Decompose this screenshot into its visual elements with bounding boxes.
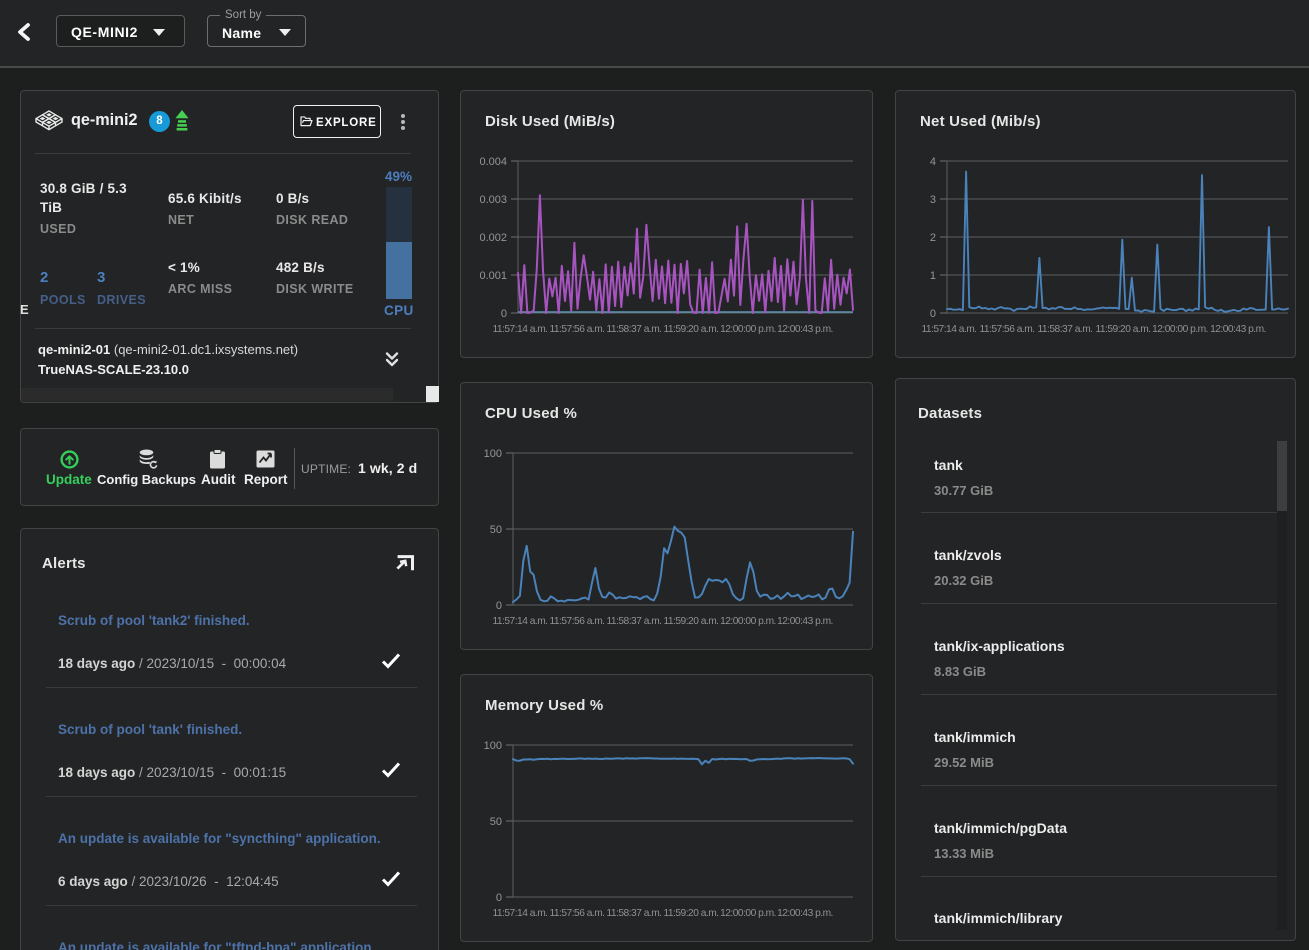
svg-text:11:59:20 a.m.: 11:59:20 a.m. (1095, 324, 1150, 335)
svg-text:11:57:14 a.m.: 11:57:14 a.m. (492, 616, 547, 627)
svg-text:11:57:14 a.m.: 11:57:14 a.m. (921, 324, 976, 335)
svg-text:11:58:37 a.m.: 11:58:37 a.m. (606, 324, 661, 335)
svg-text:0: 0 (501, 308, 507, 320)
svg-text:100: 100 (484, 740, 502, 752)
svg-text:12:00:00 p.m.: 12:00:00 p.m. (720, 908, 776, 919)
svg-text:12:00:43 p.m.: 12:00:43 p.m. (777, 324, 833, 335)
svg-text:0.002: 0.002 (479, 232, 507, 244)
svg-text:0: 0 (930, 308, 936, 320)
svg-text:11:58:37 a.m.: 11:58:37 a.m. (1037, 324, 1092, 335)
svg-text:11:57:56 a.m.: 11:57:56 a.m. (549, 616, 604, 627)
svg-text:11:59:20 a.m.: 11:59:20 a.m. (663, 324, 718, 335)
svg-text:0: 0 (496, 892, 502, 904)
svg-text:11:58:37 a.m.: 11:58:37 a.m. (606, 616, 661, 627)
svg-text:12:00:43 p.m.: 12:00:43 p.m. (777, 616, 833, 627)
svg-text:11:57:56 a.m.: 11:57:56 a.m. (549, 908, 604, 919)
svg-text:11:58:37 a.m.: 11:58:37 a.m. (606, 908, 661, 919)
svg-text:1: 1 (930, 270, 936, 282)
svg-text:0.001: 0.001 (479, 270, 507, 282)
svg-text:11:57:14 a.m.: 11:57:14 a.m. (492, 324, 547, 335)
svg-text:0.004: 0.004 (479, 156, 507, 168)
svg-text:12:00:00 p.m.: 12:00:00 p.m. (1152, 324, 1208, 335)
svg-text:11:57:14 a.m.: 11:57:14 a.m. (492, 908, 547, 919)
svg-text:11:57:56 a.m.: 11:57:56 a.m. (549, 324, 604, 335)
svg-text:100: 100 (484, 448, 502, 460)
svg-text:2: 2 (930, 232, 936, 244)
svg-text:11:57:56 a.m.: 11:57:56 a.m. (979, 324, 1034, 335)
svg-text:0: 0 (496, 600, 502, 612)
svg-text:4: 4 (930, 156, 936, 168)
svg-text:0.003: 0.003 (479, 194, 507, 206)
svg-text:11:59:20 a.m.: 11:59:20 a.m. (663, 908, 718, 919)
svg-text:3: 3 (930, 194, 936, 206)
svg-text:50: 50 (490, 524, 502, 536)
svg-text:12:00:43 p.m.: 12:00:43 p.m. (1210, 324, 1266, 335)
svg-text:12:00:00 p.m.: 12:00:00 p.m. (720, 324, 776, 335)
svg-text:12:00:00 p.m.: 12:00:00 p.m. (720, 616, 776, 627)
svg-text:11:59:20 a.m.: 11:59:20 a.m. (663, 616, 718, 627)
svg-text:12:00:43 p.m.: 12:00:43 p.m. (777, 908, 833, 919)
svg-text:50: 50 (490, 816, 502, 828)
